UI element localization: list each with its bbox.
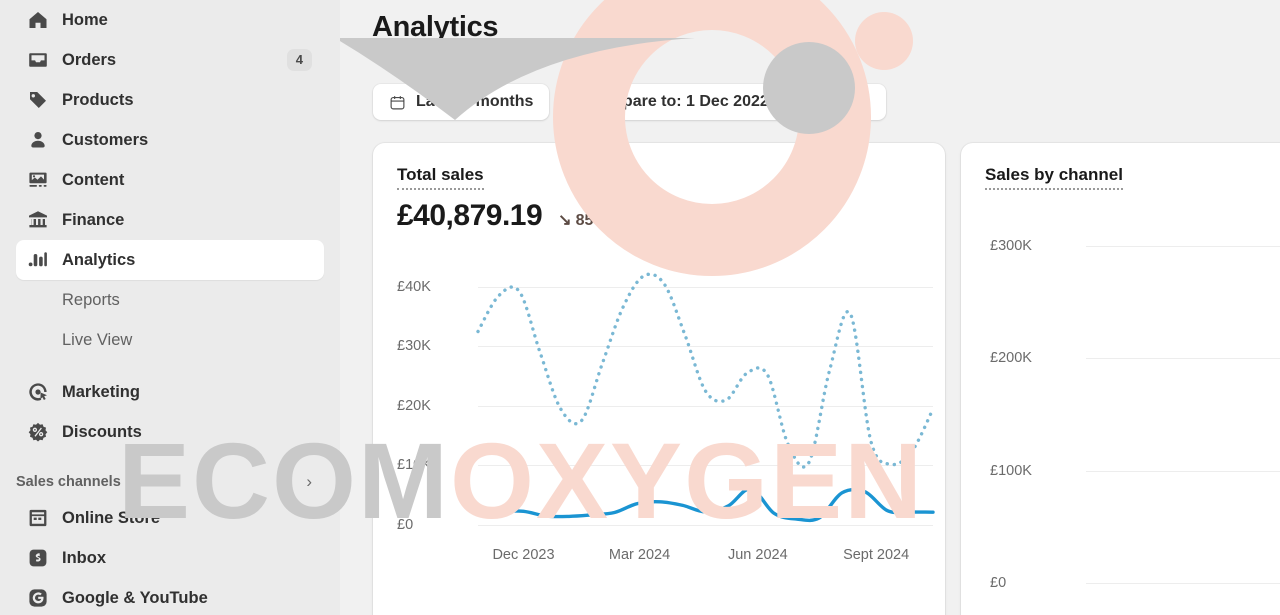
main-content: Analytics Last 12 months Compare to: 1 D… — [340, 0, 1280, 615]
sidebar-section-label: Sales channels — [16, 474, 121, 490]
sidebar-item-label: Customers — [62, 130, 149, 149]
sidebar-item-products[interactable]: Products — [16, 80, 324, 120]
google-icon — [28, 588, 48, 608]
date-range-filter-button[interactable]: Last 12 months — [373, 84, 550, 120]
sidebar-item-badge: 4 — [286, 48, 312, 72]
compare-filter-label: Compare to: 1 Dec 2022–30 Nov 2023 — [587, 93, 871, 110]
date-range-filter-label: Last 12 months — [416, 93, 534, 110]
discount-badge-icon — [28, 422, 48, 442]
sidebar-item-label: Discounts — [62, 422, 142, 441]
sidebar-item-inbox[interactable]: Inbox — [16, 538, 324, 578]
bank-icon — [28, 210, 48, 230]
total-sales-card: Total sales £40,879.19 ↘ 85% £40K £30K £20K… — [373, 143, 945, 615]
gridline — [1086, 245, 1280, 247]
sidebar-subitem-reports[interactable]: Reports — [16, 280, 324, 320]
page-title: Analytics — [372, 11, 499, 43]
series-line-previous — [476, 272, 935, 469]
gridline — [1086, 583, 1280, 584]
sidebar-item-customers[interactable]: Customers — [16, 120, 324, 160]
gridline — [1086, 358, 1280, 359]
sidebar-item-google-youtube[interactable]: Google & YouTube — [16, 578, 324, 615]
image-icon — [28, 170, 48, 190]
compare-filter-button[interactable]: Compare to: 1 Dec 2022–30 Nov 2023 — [571, 84, 887, 120]
sidebar-item-finance[interactable]: Finance — [16, 200, 324, 240]
sidebar-subitem-label: Live View — [62, 330, 133, 349]
chevron-right-icon[interactable]: › — [306, 472, 312, 492]
sidebar-item-label: Home — [62, 10, 108, 29]
sidebar-item-marketing[interactable]: Marketing — [16, 372, 324, 412]
person-icon — [28, 130, 48, 150]
sidebar-item-label: Analytics — [62, 250, 136, 269]
y-axis-tick-label: £100K — [990, 462, 1032, 479]
sidebar-item-content[interactable]: Content — [16, 160, 324, 200]
sidebar-item-label: Orders — [62, 50, 117, 69]
target-cursor-icon — [28, 382, 48, 402]
total-sales-line-chart: £40K £30K £20K £10K £0 Dec 2023 Mar 2024 Jun 20… — [373, 143, 945, 615]
sidebar-item-label: Products — [62, 90, 134, 109]
sidebar-item-label: Online Store — [62, 508, 161, 527]
sidebar-item-home[interactable]: Home — [16, 0, 324, 40]
gridline — [1086, 470, 1280, 472]
storefront-icon — [28, 508, 48, 528]
sidebar-item-label: Content — [62, 170, 125, 189]
sidebar-subitem-live-view[interactable]: Live View — [16, 320, 324, 360]
sidebar-item-orders[interactable]: Orders 4 — [16, 40, 324, 80]
sidebar-item-analytics[interactable]: Analytics — [16, 240, 324, 280]
calendar-icon — [389, 94, 406, 111]
sidebar-item-discounts[interactable]: Discounts — [16, 412, 324, 452]
home-icon — [28, 10, 48, 30]
series-line-current — [476, 487, 935, 523]
y-axis-tick-label: £300K — [990, 237, 1032, 254]
sidebar: Home Orders 4 Products Customers Content Finan… — [0, 0, 340, 615]
y-axis-tick-label: £200K — [990, 350, 1032, 366]
sales-by-channel-bar-chart: £300K£200K£100K£0Online Store — [961, 143, 1280, 615]
line-chart-svg — [476, 272, 935, 523]
sidebar-subitem-label: Reports — [62, 290, 120, 309]
sidebar-item-label: Finance — [62, 210, 125, 229]
sidebar-item-label: Marketing — [62, 382, 140, 401]
tag-icon — [28, 90, 48, 110]
filter-bar: Last 12 months Compare to: 1 Dec 2022–30… — [373, 84, 887, 120]
orders-inbox-icon — [28, 50, 48, 70]
sidebar-item-label: Google & YouTube — [62, 588, 208, 607]
sidebar-section-sales-channels[interactable]: Sales channels › — [16, 464, 324, 498]
shopify-inbox-icon — [28, 548, 48, 568]
sidebar-item-label: Inbox — [62, 548, 106, 567]
bar-chart-icon — [28, 250, 48, 270]
sidebar-item-online-store[interactable]: Online Store — [16, 498, 324, 538]
sales-by-channel-card: Sales by channel £300K£200K£100K£0Online… — [961, 143, 1280, 615]
y-axis-tick-label: £0 — [990, 575, 1007, 591]
